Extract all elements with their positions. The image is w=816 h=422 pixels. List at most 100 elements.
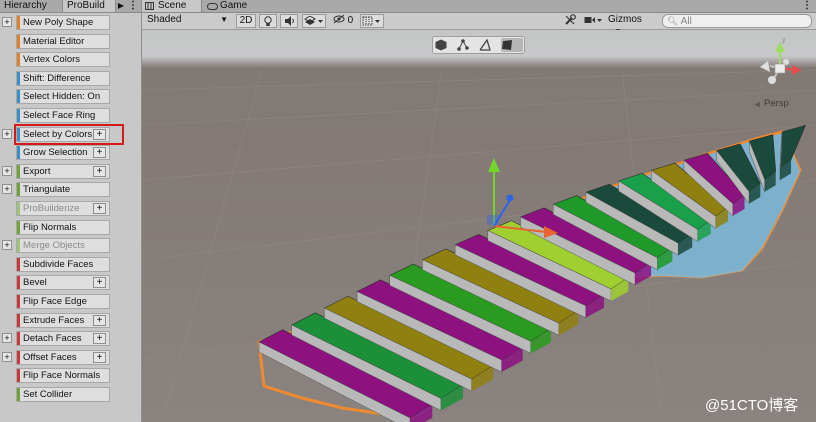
pb-options-extrude-faces-icon[interactable]: + (93, 315, 106, 326)
annotation-highlight-box (14, 124, 124, 145)
eye-slash-icon (333, 14, 345, 24)
pb-action-label: Bevel (23, 277, 47, 288)
pb-action-label: Shift: Difference (23, 73, 91, 84)
pb-action-label: Flip Normals (23, 222, 77, 233)
pb-options-grow-selection-icon[interactable]: + (93, 147, 106, 158)
effects-dropdown[interactable] (302, 14, 326, 28)
pb-action-label: Set Collider (23, 389, 73, 400)
probuilder-selection-mode-toolbar (432, 36, 525, 54)
category-color-stripe (17, 276, 20, 289)
pb-action-label: Export (23, 166, 51, 177)
grid-dropdown[interactable] (360, 14, 384, 28)
vertex-mode-button[interactable] (457, 38, 479, 52)
pb-action-subdivide-faces[interactable]: Subdivide Faces (16, 257, 110, 272)
lightbulb-icon (264, 16, 272, 26)
probuilder-panel: Hierarchy ProBuild ▶ ⋮ + New Poly Shape Ma… (0, 0, 142, 422)
pb-action-merge-objects[interactable]: Merge Objects (16, 238, 110, 253)
pb-action-flip-face-normals[interactable]: Flip Face Normals (16, 368, 110, 383)
projection-label[interactable]: Persp (764, 98, 789, 109)
pb-action-material-editor[interactable]: Material Editor (16, 34, 110, 49)
panel-menu-icon[interactable]: ⋮ (127, 0, 139, 12)
pb-action-label: Material Editor (23, 36, 85, 47)
scene-viewport[interactable]: y x z ⫷ Persp @51CTO博客 (142, 30, 816, 422)
expand-merge-objects-icon[interactable]: + (2, 240, 12, 250)
pb-action-new-poly-shape[interactable]: New Poly Shape (16, 15, 110, 30)
expand-select-by-colors-icon[interactable]: + (2, 129, 12, 139)
pb-action-vertex-colors[interactable]: Vertex Colors (16, 52, 110, 67)
category-color-stripe (17, 239, 20, 252)
expand-new-poly-shape-icon[interactable]: + (2, 17, 12, 27)
pb-action-triangulate[interactable]: Triangulate (16, 182, 110, 197)
2d-mode-toggle[interactable]: 2D (236, 14, 256, 28)
camera-icon (584, 17, 602, 23)
scene-search-input[interactable]: 🔍︎ All (662, 14, 812, 28)
vertex-icon (457, 39, 469, 51)
editor-tools-button[interactable] (560, 14, 580, 28)
pb-action-shift-difference[interactable]: Shift: Difference (16, 71, 110, 86)
pb-action-select-hidden-on[interactable]: Select Hidden: On (16, 89, 110, 104)
scene-menu-icon[interactable]: ⋮ (802, 0, 812, 12)
pb-action-label: Detach Faces (23, 333, 82, 344)
scene-toolbar: Shaded ▼ 2D 0 Gizmos ▼ 🔍︎ All (142, 13, 816, 36)
face-mode-button[interactable] (501, 38, 523, 52)
gizmos-label: Gizmos (608, 14, 642, 25)
tab-hierarchy[interactable]: Hierarchy (0, 0, 62, 12)
pb-action-select-face-ring[interactable]: Select Face Ring (16, 108, 110, 123)
effects-layers-icon (304, 15, 323, 25)
pb-options-bevel-icon[interactable]: + (93, 277, 106, 288)
search-placeholder: All (680, 16, 692, 27)
pb-options-export-icon[interactable]: + (93, 166, 106, 177)
left-tab-bar: Hierarchy ProBuild ▶ ⋮ (0, 0, 141, 13)
pb-action-flip-face-edge[interactable]: Flip Face Edge (16, 294, 110, 309)
category-color-stripe (17, 221, 20, 234)
tab-probuilder[interactable]: ProBuild (62, 0, 116, 12)
pb-action-label: Offset Faces (23, 352, 77, 363)
wrench-icon (565, 14, 576, 25)
category-color-stripe (17, 202, 20, 215)
pb-action-label: Merge Objects (23, 240, 85, 251)
svg-text:x: x (806, 69, 810, 76)
tab-scene-label: Scene (158, 0, 187, 11)
expand-triangulate-icon[interactable]: + (2, 184, 12, 194)
pb-action-flip-normals[interactable]: Flip Normals (16, 220, 110, 235)
category-color-stripe (17, 295, 20, 308)
category-color-stripe (17, 183, 20, 196)
category-color-stripe (17, 72, 20, 85)
hidden-objects-toggle[interactable]: 0 (330, 14, 356, 28)
tab-game[interactable]: Game (204, 0, 264, 12)
audio-toggle[interactable] (280, 14, 298, 28)
camera-settings-dropdown[interactable] (583, 14, 605, 28)
tab-scroll-right-icon[interactable]: ▶ (116, 0, 126, 12)
category-color-stripe (17, 16, 20, 29)
lighting-toggle[interactable] (259, 14, 277, 28)
expand-detach-faces-icon[interactable]: + (2, 333, 12, 343)
pb-options-offset-faces-icon[interactable]: + (93, 352, 106, 363)
expand-offset-faces-icon[interactable]: + (2, 352, 12, 362)
perspective-icon: ⫷ (755, 99, 761, 109)
grid-icon (362, 16, 380, 26)
svg-text:y: y (782, 37, 786, 44)
category-color-stripe (17, 90, 20, 103)
category-color-stripe (17, 369, 20, 382)
pb-options-probuilderize-icon[interactable]: + (93, 203, 106, 214)
speaker-icon (284, 16, 294, 26)
expand-export-icon[interactable]: + (2, 166, 12, 176)
pb-action-label: Select Hidden: On (23, 91, 101, 102)
watermark: @51CTO博客 (705, 397, 799, 414)
face-icon (502, 40, 512, 50)
gizmos-dropdown[interactable]: Gizmos ▼ (604, 14, 658, 36)
pb-options-detach-faces-icon[interactable]: + (93, 333, 106, 344)
edge-mode-button[interactable] (479, 38, 501, 52)
pb-action-set-collider[interactable]: Set Collider (16, 387, 110, 402)
category-color-stripe (17, 351, 20, 364)
edge-icon (479, 39, 491, 51)
pb-action-label: Grow Selection (23, 147, 88, 158)
tab-scene[interactable]: Scene (142, 0, 202, 12)
pb-action-label: Flip Face Normals (23, 370, 101, 381)
scene-render: y x z (142, 37, 816, 422)
shading-mode-dropdown[interactable]: Shaded ▼ (144, 14, 232, 28)
category-color-stripe (17, 332, 20, 345)
orientation-gizmo[interactable]: y x z (760, 37, 810, 90)
object-mode-button[interactable] (435, 38, 457, 52)
cube-icon (435, 39, 447, 51)
